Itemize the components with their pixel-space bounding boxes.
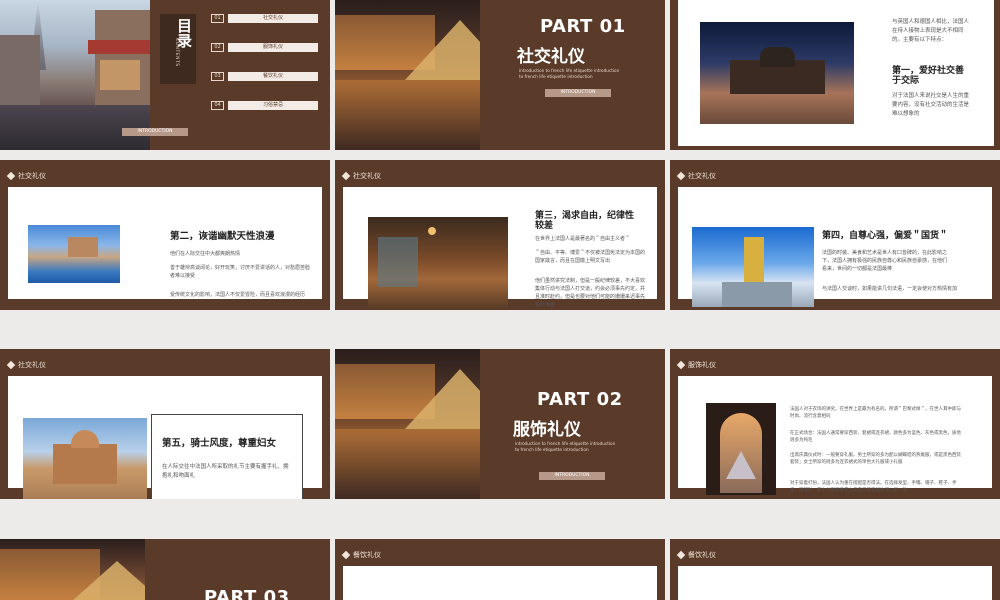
paragraph-2: 与法国人交谈时，如果能讲几句法语，一定会使对方热情有加 xyxy=(822,286,958,292)
louvre-photo xyxy=(335,0,480,150)
section-heading: 第三，渴求自由，纪律性较差 xyxy=(535,211,635,232)
section-tag: 社交礼仪 xyxy=(6,171,46,181)
section-tag-label: 社交礼仪 xyxy=(18,172,46,180)
section-heading: 第一，爱好社交善于交际 xyxy=(892,66,965,87)
paragraph-3: 他们虽然讲究法制，但是一般纪律较差，不大喜欢集体行动与法国人打交道，约会必须事先… xyxy=(535,278,646,308)
section-tag: 服饰礼仪 xyxy=(676,360,716,370)
church-tower-photo xyxy=(692,227,814,307)
toc-item-num: 01 xyxy=(211,14,224,23)
section-tag: 社交礼仪 xyxy=(6,360,46,370)
louvre-photo xyxy=(0,539,145,600)
slide-dining-1[interactable]: 餐饮礼仪 xyxy=(335,539,665,600)
diamond-icon xyxy=(341,550,351,560)
section-tag-label: 服饰礼仪 xyxy=(688,361,716,369)
toc-item-num: 03 xyxy=(211,72,224,81)
section-tag-label: 餐饮礼仪 xyxy=(353,551,381,559)
paragraph-2: 善于雄辩高谈阔论，好开玩笑，讨厌不爱讲话的人，对愁眉苦脸者难以接受 xyxy=(170,265,311,279)
intro-text: 与英国人和德国人相比，法国人在待人接物上表现是大不相同的。主要有以下特点： xyxy=(892,19,970,43)
palace-photo xyxy=(700,22,854,124)
section-tag: 社交礼仪 xyxy=(341,171,381,181)
section-tag: 餐饮礼仪 xyxy=(676,550,716,560)
intro-button[interactable]: INTRODUCTION xyxy=(122,128,188,136)
diamond-icon xyxy=(341,171,351,181)
content-card: 第五，骑士风度，尊重妇女 在人际交往中法国人所采取的礼节主要有握手礼、拥抱礼和吻… xyxy=(8,376,322,499)
toc-item-label: 社交礼仪 xyxy=(228,14,318,23)
slide-toc[interactable]: 目录 CONTENTS 01 社交礼仪 02 服饰礼仪 03 餐饮礼仪 04 习… xyxy=(0,0,330,150)
paragraph-1: 他们在人际交往中大都爽朗热情 xyxy=(170,251,241,257)
toc-item-label: 习俗禁忌 xyxy=(228,101,318,110)
archway-pyramid-photo xyxy=(706,403,776,495)
content-card xyxy=(678,566,992,600)
section-tag: 社交礼仪 xyxy=(676,171,716,181)
paragraph-4: 对于穿着打扮，法国人认为重在搭配是否得法。在选择发型、手镯、帽子、鞋子、手表、眼… xyxy=(790,481,957,494)
text-box: 第五，骑士风度，尊重妇女 在人际交往中法国人所采取的礼节主要有握手礼、拥抱礼和吻… xyxy=(151,414,303,499)
part-subtitle-2: to french life etiquette introduction xyxy=(519,74,593,79)
content-card: 法国人对于衣饰的讲究，在世界上是最为有名的。所谓＂巴黎式样＂，在世人耳中即与时尚… xyxy=(678,376,992,495)
paragraph-3: 出席庆典仪式时：一般要穿礼服。男士所穿的多为配以蝴蝶结的燕尾服，或是黑色西装套装… xyxy=(790,453,961,466)
slide-social-5[interactable]: 社交礼仪 第五，骑士风度，尊重妇女 在人际交往中法国人所采取的礼节主要有握手礼、… xyxy=(0,349,330,499)
intro-button[interactable]: INTRODUCTION xyxy=(539,472,605,480)
diamond-icon xyxy=(6,360,16,370)
louvre-photo xyxy=(335,349,480,499)
paragraph-1: 在人际交往中法国人所采取的礼节主要有握手礼、拥抱礼和吻面礼 xyxy=(162,464,289,479)
coastal-city-photo xyxy=(28,225,120,283)
slide-grid: 目录 CONTENTS 01 社交礼仪 02 服饰礼仪 03 餐饮礼仪 04 习… xyxy=(0,0,1000,600)
section-heading: 第五，骑士风度，尊重妇女 xyxy=(162,438,277,449)
slide-social-2[interactable]: 社交礼仪 第二，诙谐幽默天性浪漫 他们在人际交往中大都爽朗热情 善于雄辩高谈阔论… xyxy=(0,160,330,310)
slide-part-01[interactable]: PART 01 社交礼仪 introduction to french life… xyxy=(335,0,665,150)
intro-button[interactable]: INTRODUCTION xyxy=(545,89,611,97)
section-tag-label: 社交礼仪 xyxy=(688,172,716,180)
section-heading: 第四，自尊心强，偏爱＂国货＂ xyxy=(822,231,949,241)
content-card: 与英国人和德国人相比，法国人在待人接物上表现是大不相同的。主要有以下特点： 第一… xyxy=(678,0,994,146)
restaurant-interior-photo xyxy=(368,217,508,310)
diamond-icon xyxy=(676,360,686,370)
toc-item-num: 02 xyxy=(211,43,224,52)
paragraph-1: 在世界上法国人是最著名的＂自由主义者＂ xyxy=(535,236,631,242)
mosque-photo xyxy=(23,418,147,499)
content-card xyxy=(343,566,657,600)
content-card: 第二，诙谐幽默天性浪漫 他们在人际交往中大都爽朗热情 善于雄辩高谈阔论，好开玩笑… xyxy=(8,187,322,299)
toc-item-label: 服饰礼仪 xyxy=(228,43,318,52)
part-number: PART 02 xyxy=(537,389,623,410)
part-number: PART 03 xyxy=(204,587,290,600)
slide-social-4[interactable]: 社交礼仪 第四，自尊心强，偏爱＂国货＂ 法国的时装、美食和艺术是世人有口皆碑的，… xyxy=(670,160,1000,310)
paragraph-1: 法国人对于衣饰的讲究，在世界上是最为有名的。所谓＂巴黎式样＂，在世人耳中即与时尚… xyxy=(790,407,961,420)
toc-item-label: 餐饮礼仪 xyxy=(228,72,318,81)
toc-title-box: 目录 CONTENTS xyxy=(160,14,196,84)
part-number: PART 01 xyxy=(540,16,626,37)
slide-attire-1[interactable]: 服饰礼仪 法国人对于衣饰的讲究，在世界上是最为有名的。所谓＂巴黎式样＂，在世人耳… xyxy=(670,349,1000,499)
diamond-icon xyxy=(6,171,16,181)
toc-contents-label: CONTENTS xyxy=(174,38,179,67)
section-tag-label: 社交礼仪 xyxy=(18,361,46,369)
content-card: 第三，渴求自由，纪律性较差 在世界上法国人是最著名的＂自由主义者＂ ＂自由、平等… xyxy=(343,187,657,310)
slide-social-3[interactable]: 社交礼仪 第三，渴求自由，纪律性较差 在世界上法国人是最著名的＂自由主义者＂ ＂… xyxy=(335,160,665,310)
paragraph-2: 在正式场合：法国人通常要穿西装、套裙或连衣裙，颜色多为蓝色、灰色或黑色，质地则多… xyxy=(790,431,961,444)
slide-dining-2[interactable]: 餐饮礼仪 xyxy=(670,539,1000,600)
section-tag-label: 餐饮礼仪 xyxy=(688,551,716,559)
slide-social-1[interactable]: 与英国人和德国人相比，法国人在待人接物上表现是大不相同的。主要有以下特点： 第一… xyxy=(670,0,1000,150)
paragraph-2: ＂自由、平等、博爱＂不仅被法国宪法定为本国的国家箴言，而且在国徽上明文写出 xyxy=(535,250,646,264)
part-title: 社交礼仪 xyxy=(517,47,585,67)
slide-part-02[interactable]: PART 02 服饰礼仪 introduction to french life… xyxy=(335,349,665,499)
part-title: 服饰礼仪 xyxy=(513,420,581,440)
slide-part-03[interactable]: PART 03 xyxy=(0,539,330,600)
section-heading: 第二，诙谐幽默天性浪漫 xyxy=(170,231,275,242)
toc-item-num: 04 xyxy=(211,101,224,110)
section-tag-label: 社交礼仪 xyxy=(353,172,381,180)
body-text: 对于法国人来说社交是人生的重要内容，没有社交活动的生活是难以想象的 xyxy=(892,93,970,117)
section-tag: 餐饮礼仪 xyxy=(341,550,381,560)
diamond-icon xyxy=(676,550,686,560)
paragraph-1: 法国的时装、美食和艺术是世人有口皆碑的，在此影响之下，法国人拥有极强的民族自尊心… xyxy=(822,250,948,272)
diamond-icon xyxy=(676,171,686,181)
content-card: 第四，自尊心强，偏爱＂国货＂ 法国的时装、美食和艺术是世人有口皆碑的，在此影响之… xyxy=(678,187,992,307)
part-subtitle-2: to french life etiquette introduction xyxy=(515,447,589,452)
paragraph-3: 受传统文化的影响，法国人不仅爱冒险，而且喜欢浪漫的经历 xyxy=(170,292,306,298)
